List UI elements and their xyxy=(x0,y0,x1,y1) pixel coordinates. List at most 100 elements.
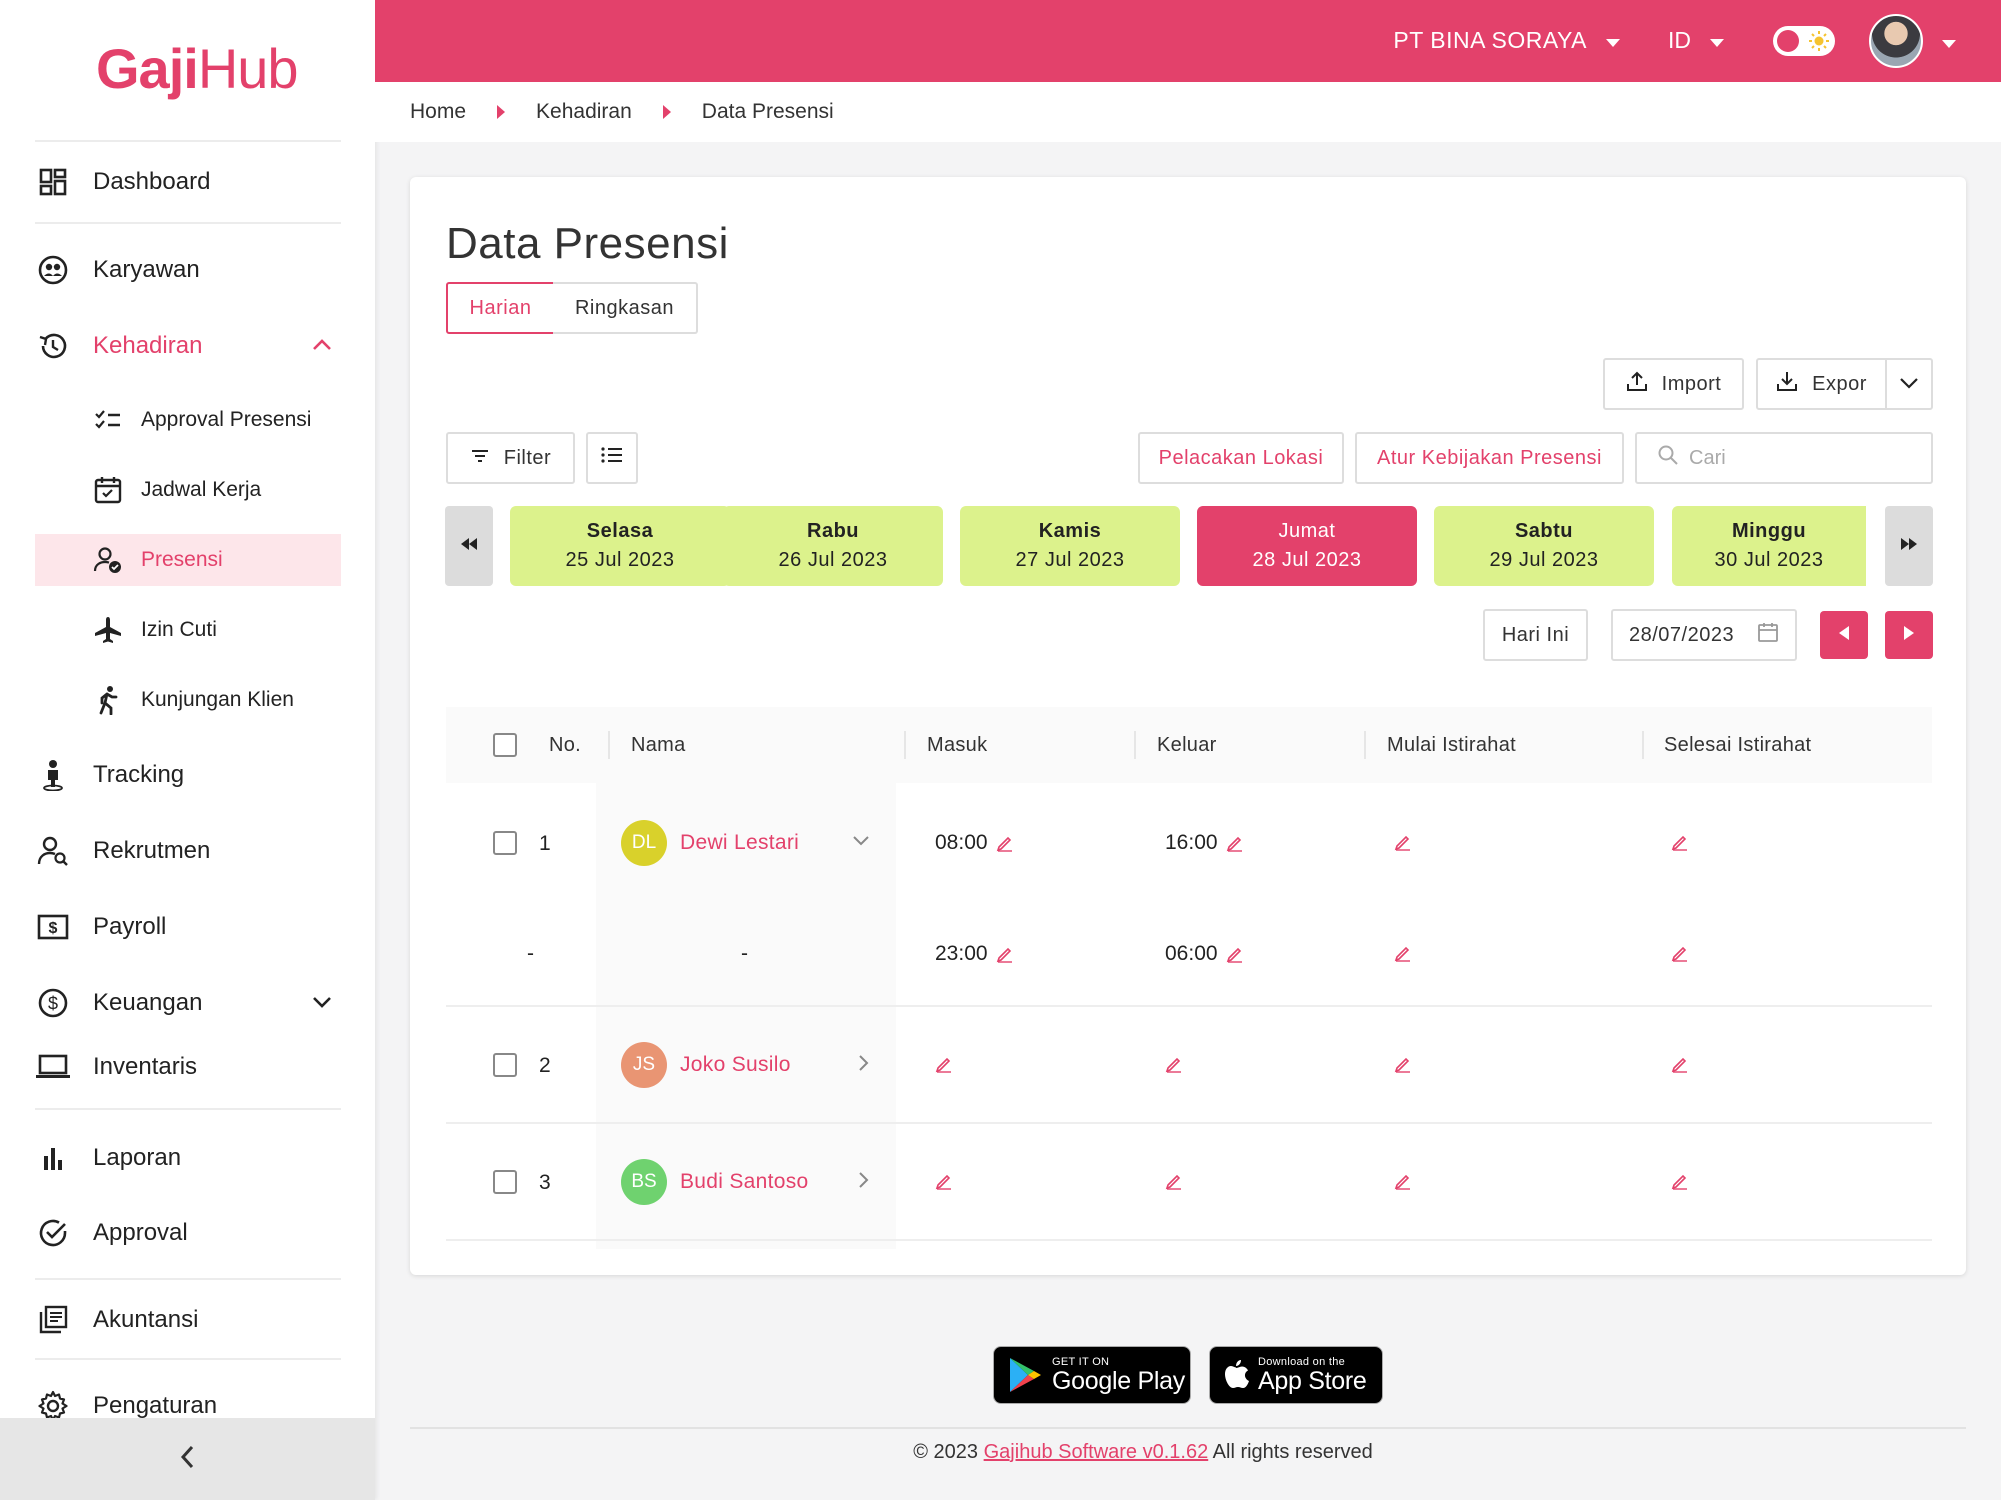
edit-pencil-icon[interactable] xyxy=(996,834,1014,852)
attendance-policy-button[interactable]: Atur Kebijakan Presensi xyxy=(1355,432,1624,484)
tab-ringkasan[interactable]: Ringkasan xyxy=(553,282,698,334)
day-minggu[interactable]: Minggu 30 Jul 2023 xyxy=(1672,506,1866,586)
next-week-button[interactable] xyxy=(1885,506,1933,586)
edit-pencil-icon[interactable] xyxy=(1394,1172,1412,1190)
edit-pencil-icon[interactable] xyxy=(996,945,1014,963)
shift-number: - xyxy=(527,942,534,965)
copyright-year: © 2023 xyxy=(913,1441,979,1463)
day-date: 25 Jul 2023 xyxy=(565,549,675,571)
sidebar-item-karyawan[interactable]: Karyawan xyxy=(35,242,341,298)
clock-in-time: 23:00 xyxy=(935,942,988,965)
chevron-up-icon xyxy=(309,332,335,365)
caret-down-icon[interactable] xyxy=(1941,36,1957,54)
breadcrumb-kehadiran[interactable]: Kehadiran xyxy=(536,100,632,124)
double-chevron-left-icon xyxy=(460,537,478,556)
day-sabtu[interactable]: Sabtu 29 Jul 2023 xyxy=(1434,506,1654,586)
avatar: BS xyxy=(621,1159,667,1205)
column-list-button[interactable] xyxy=(586,432,638,484)
sidebar-item-tracking[interactable]: Tracking xyxy=(35,747,341,803)
chevron-right-icon[interactable] xyxy=(856,1054,870,1077)
sidebar-item-payroll[interactable]: $ Payroll xyxy=(35,899,341,955)
sidebar-item-inventaris[interactable]: Inventaris xyxy=(35,1039,341,1095)
sidebar-item-rekrutmen[interactable]: Rekrutmen xyxy=(35,823,341,879)
topbar: PT BINA SORAYA ID xyxy=(375,0,2001,82)
sidebar-item-dashboard[interactable]: Dashboard xyxy=(35,154,341,210)
date-value: 28/07/2023 xyxy=(1629,623,1735,646)
filter-button[interactable]: Filter xyxy=(446,432,575,484)
day-date: 26 Jul 2023 xyxy=(778,549,888,571)
import-label: Import xyxy=(1661,372,1722,395)
previous-week-button[interactable] xyxy=(445,506,493,586)
edit-pencil-icon[interactable] xyxy=(1671,1055,1689,1073)
app-store-badge[interactable]: Download on the App Store xyxy=(1209,1346,1383,1404)
search-icon xyxy=(1657,444,1679,472)
next-day-button[interactable] xyxy=(1885,611,1933,659)
avatar: DL xyxy=(621,820,667,866)
google-play-badge[interactable]: GET IT ON Google Play xyxy=(993,1346,1191,1404)
employee-name-link[interactable]: Budi Santoso xyxy=(680,1170,809,1194)
export-button[interactable]: Expor xyxy=(1756,358,1887,410)
day-rabu[interactable]: Rabu 26 Jul 2023 xyxy=(723,506,943,586)
row-checkbox[interactable] xyxy=(493,831,517,855)
chevron-down-icon[interactable] xyxy=(852,833,870,852)
svg-text:$: $ xyxy=(48,994,58,1014)
sidebar-item-akuntansi[interactable]: Akuntansi xyxy=(35,1292,341,1348)
clock-out-cell: 16:00 xyxy=(1165,831,1244,855)
today-button[interactable]: Hari Ini xyxy=(1483,609,1588,661)
edit-pencil-icon[interactable] xyxy=(1394,833,1412,851)
check-circle-icon xyxy=(35,1215,71,1251)
sidebar-subitem-jadwal-kerja[interactable]: Jadwal Kerja xyxy=(35,464,341,516)
sidebar-subitem-presensi[interactable]: Presensi xyxy=(35,534,341,586)
breadcrumb-home[interactable]: Home xyxy=(410,100,466,124)
chevron-right-icon[interactable] xyxy=(856,1171,870,1194)
edit-pencil-icon[interactable] xyxy=(1671,944,1689,962)
company-selector[interactable]: PT BINA SORAYA xyxy=(1393,27,1621,54)
edit-pencil-icon[interactable] xyxy=(1394,1055,1412,1073)
language-selector[interactable]: ID xyxy=(1668,27,1725,54)
sidebar-item-laporan[interactable]: Laporan xyxy=(35,1130,341,1186)
gajihub-logo[interactable]: GajiHub xyxy=(96,37,299,100)
row-checkbox[interactable] xyxy=(493,1053,517,1077)
theme-toggle[interactable] xyxy=(1773,26,1835,56)
edit-pencil-icon[interactable] xyxy=(1226,834,1244,852)
day-selasa[interactable]: Selasa 25 Jul 2023 xyxy=(510,506,730,586)
date-picker[interactable]: 28/07/2023 xyxy=(1611,609,1797,661)
list-icon xyxy=(600,445,624,471)
gajihub-version-link[interactable]: Gajihub Software v0.1.62 xyxy=(984,1441,1209,1463)
day-kamis[interactable]: Kamis 27 Jul 2023 xyxy=(960,506,1180,586)
sidebar-item-keuangan[interactable]: $ Keuangan xyxy=(35,975,341,1031)
sidebar-item-kehadiran[interactable]: Kehadiran xyxy=(35,318,341,374)
edit-pencil-icon[interactable] xyxy=(1226,945,1244,963)
user-avatar[interactable] xyxy=(1869,14,1923,68)
upload-icon xyxy=(1626,370,1648,398)
edit-pencil-icon[interactable] xyxy=(935,1055,953,1073)
sidebar-subitem-approval-presensi[interactable]: Approval Presensi xyxy=(35,394,341,446)
export-dropdown-button[interactable] xyxy=(1885,358,1933,410)
employee-name-link[interactable]: Dewi Lestari xyxy=(680,831,799,855)
employee-name-link[interactable]: Joko Susilo xyxy=(680,1053,791,1077)
edit-pencil-icon[interactable] xyxy=(1394,944,1412,962)
search-input[interactable] xyxy=(1689,446,1929,470)
previous-day-button[interactable] xyxy=(1820,611,1868,659)
edit-pencil-icon[interactable] xyxy=(1165,1172,1183,1190)
page-title: Data Presensi xyxy=(446,219,729,268)
edit-pencil-icon[interactable] xyxy=(1671,833,1689,851)
edit-pencil-icon[interactable] xyxy=(1165,1055,1183,1073)
day-jumat[interactable]: Jumat 28 Jul 2023 xyxy=(1197,506,1417,586)
svg-text:$: $ xyxy=(49,920,58,937)
clock-out-time: 06:00 xyxy=(1165,942,1218,965)
sidebar-subitem-izin-cuti[interactable]: Izin Cuti xyxy=(35,604,341,656)
select-all-checkbox[interactable] xyxy=(493,733,517,757)
location-tracking-button[interactable]: Pelacakan Lokasi xyxy=(1138,432,1344,484)
row-checkbox[interactable] xyxy=(493,1170,517,1194)
chevron-down-icon xyxy=(309,989,335,1022)
tab-harian[interactable]: Harian xyxy=(446,282,555,334)
sun-icon xyxy=(1809,31,1829,56)
column-header-selesai-istirahat: Selesai Istirahat xyxy=(1664,733,1812,756)
edit-pencil-icon[interactable] xyxy=(935,1172,953,1190)
sidebar-subitem-kunjungan-klien[interactable]: Kunjungan Klien xyxy=(35,674,341,726)
edit-pencil-icon[interactable] xyxy=(1671,1172,1689,1190)
day-date: 30 Jul 2023 xyxy=(1714,549,1824,571)
import-button[interactable]: Import xyxy=(1603,358,1744,410)
sidebar-item-approval[interactable]: Approval xyxy=(35,1205,341,1261)
